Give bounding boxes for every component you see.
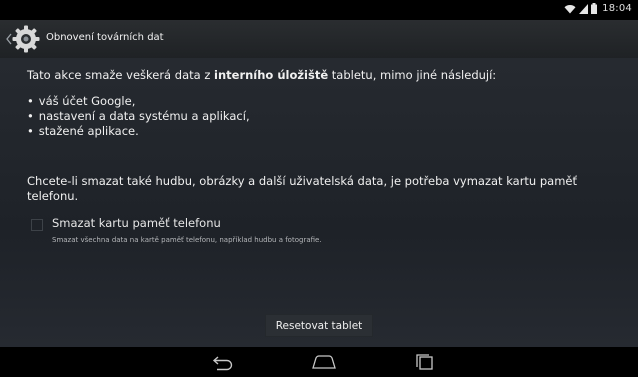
gear-icon[interactable] (10, 23, 42, 55)
status-icons: 18:04 (564, 3, 632, 14)
action-bar-title: Obnovení továrních dat (46, 32, 164, 43)
list-item: váš účet Google, (27, 94, 250, 109)
wifi-icon (564, 4, 576, 13)
action-bar[interactable]: Obnovení továrních dat (0, 20, 638, 59)
wipe-sd-text: Chcete-li smazat také hudbu, obrázky a d… (27, 174, 578, 203)
recent-apps-icon[interactable] (413, 353, 437, 371)
list-item: nastavení a data systému a aplikací, (27, 109, 250, 124)
erase-sd-card-checkbox[interactable] (31, 219, 43, 231)
data-list: váš účet Google, nastavení a data systém… (27, 94, 250, 139)
intro-text: Tato akce smaže veškerá data z interního… (27, 68, 497, 82)
factory-reset-content: Tato akce smaže veškerá data z interního… (0, 58, 638, 347)
navigation-bar (0, 347, 638, 377)
erase-sd-card-description: Smazat všechna data na kartě paměť telef… (52, 236, 322, 244)
reset-tablet-button[interactable]: Resetovat tablet (265, 314, 373, 337)
battery-icon (591, 3, 598, 14)
back-icon[interactable] (209, 353, 235, 371)
status-bar: 18:04 (0, 0, 638, 20)
internal-storage-text: interního úložiště (214, 68, 329, 82)
home-icon[interactable] (309, 353, 339, 371)
status-time: 18:04 (602, 3, 632, 14)
list-item: stažené aplikace. (27, 124, 250, 139)
erase-sd-card-label[interactable]: Smazat kartu paměť telefonu (52, 216, 221, 230)
signal-icon (579, 3, 589, 14)
